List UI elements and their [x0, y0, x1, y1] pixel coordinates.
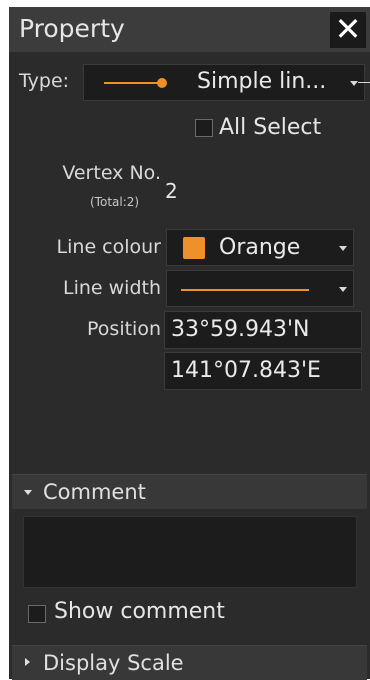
line-colour-value: Orange: [219, 235, 301, 260]
all-select-checkbox[interactable]: [195, 119, 213, 137]
type-label: Type:: [19, 70, 70, 92]
line-width-sample: [181, 289, 309, 291]
type-value: Simple lin...: [197, 69, 327, 94]
line-colour-dropdown[interactable]: Orange: [166, 229, 354, 266]
comment-header: Comment: [43, 480, 146, 504]
line-width-dropdown[interactable]: [166, 270, 354, 307]
chevron-down-icon: [339, 245, 347, 251]
chevron-down-icon: [24, 490, 32, 495]
panel-title: Property: [19, 14, 125, 43]
position-label: Position: [87, 318, 161, 340]
vertex-value: 2: [165, 179, 178, 203]
property-panel: Property ✕ Type: Simple lin... All Selec…: [9, 7, 370, 680]
colour-swatch: [183, 237, 205, 259]
comment-section-header[interactable]: Comment: [12, 474, 367, 509]
type-dropdown[interactable]: Simple lin...: [83, 64, 365, 101]
all-select-label: All Select: [219, 115, 322, 140]
close-icon: ✕: [334, 10, 362, 48]
longitude-field[interactable]: 141°07.843'E: [164, 352, 362, 390]
line-width-label: Line width: [62, 277, 161, 299]
close-button[interactable]: ✕: [330, 12, 366, 48]
vertex-total: (Total:2): [90, 195, 140, 209]
vertex-label: Vertex No.: [62, 162, 161, 184]
latitude-field[interactable]: 33°59.943'N: [164, 311, 362, 349]
chevron-down-icon: [339, 286, 347, 292]
display-scale-section-header[interactable]: Display Scale: [12, 645, 367, 680]
comment-textarea[interactable]: [23, 516, 357, 588]
chevron-down-icon: [350, 80, 358, 86]
chevron-right-icon: [25, 658, 30, 666]
show-comment-checkbox[interactable]: [28, 605, 46, 623]
line-type-icon: [104, 78, 167, 88]
show-comment-label: Show comment: [54, 599, 225, 624]
line-colour-label: Line colour: [56, 236, 161, 258]
title-bar: Property ✕: [9, 7, 370, 52]
pointer-line: [358, 82, 370, 83]
display-scale-header: Display Scale: [43, 651, 184, 675]
